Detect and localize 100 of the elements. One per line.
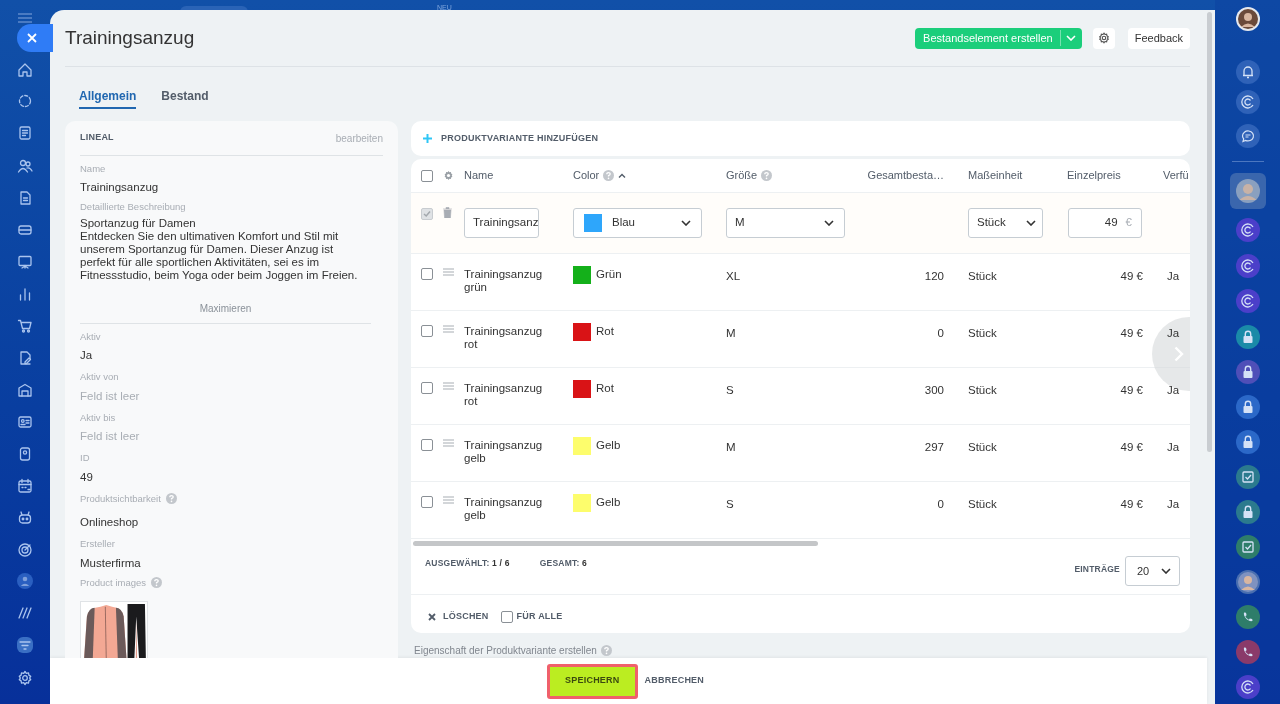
table-cell-text: Gelb <box>596 438 621 454</box>
checkbox[interactable] <box>421 382 433 394</box>
bell-icon[interactable] <box>1235 60 1260 84</box>
checkbox[interactable] <box>421 325 433 337</box>
avatar-icon[interactable] <box>1229 173 1266 209</box>
close-icon <box>27 33 37 43</box>
drag-handle-icon[interactable] <box>443 268 454 276</box>
spiral-icon[interactable] <box>1235 289 1260 313</box>
column-header[interactable]: Name <box>464 167 494 184</box>
table-cell-text: 49 € <box>1120 440 1143 455</box>
lock-icon[interactable] <box>1235 395 1260 419</box>
table-cell-text: Stück <box>968 269 997 284</box>
edit-document-icon[interactable] <box>17 350 33 366</box>
spiral-icon[interactable] <box>1235 90 1260 114</box>
ring-icon[interactable] <box>17 93 33 109</box>
drag-handle-icon[interactable] <box>443 496 454 504</box>
horizontal-scrollbar[interactable] <box>413 540 818 546</box>
field-value: Musterfirma <box>80 555 142 571</box>
drag-handle-icon[interactable] <box>443 382 454 390</box>
home-icon[interactable] <box>17 62 33 78</box>
stripes-icon[interactable] <box>17 605 33 621</box>
warehouse-icon[interactable] <box>17 382 33 398</box>
sort-up-icon[interactable] <box>618 173 627 178</box>
robot-icon[interactable] <box>17 510 33 526</box>
target-icon[interactable] <box>17 542 33 558</box>
table-cell-text: 49 € <box>1120 326 1143 341</box>
phone-icon[interactable] <box>1235 640 1260 664</box>
close-button[interactable] <box>17 24 53 52</box>
feedback-button[interactable]: Feedback <box>1127 27 1190 49</box>
chat-icon[interactable] <box>1235 124 1260 148</box>
table-cell-text: Stück <box>968 383 997 398</box>
field-label: Aktiv <box>80 329 101 344</box>
lock-icon[interactable] <box>1235 325 1260 349</box>
task-icon[interactable] <box>1235 535 1260 559</box>
cart-icon[interactable] <box>17 318 33 334</box>
cancel-button[interactable]: ABBRECHEN <box>644 674 705 688</box>
price-input[interactable]: 49 € <box>1068 208 1142 238</box>
spiral-icon[interactable] <box>1235 218 1260 242</box>
description-title: Sportanzug für Damen <box>80 216 197 230</box>
lock-icon[interactable] <box>1235 360 1260 384</box>
avatar-icon[interactable] <box>17 573 33 589</box>
table-cell-text: 0 <box>937 326 944 341</box>
tab[interactable]: Allgemein <box>79 87 137 109</box>
settings-icon[interactable] <box>17 670 33 686</box>
column-header[interactable]: Color <box>573 167 600 184</box>
checkbox[interactable] <box>421 496 433 508</box>
size-select[interactable]: M <box>726 208 845 238</box>
lock-icon[interactable] <box>1235 430 1260 454</box>
chevron-down-icon <box>1161 568 1171 574</box>
chevron-down-icon <box>1026 220 1036 226</box>
task-icon[interactable] <box>1235 465 1260 489</box>
color-select[interactable]: Blau <box>573 208 702 238</box>
column-header[interactable]: Verfü <box>1163 167 1189 184</box>
file-icon[interactable] <box>17 190 33 206</box>
column-header[interactable]: Maßeinheit <box>968 167 1023 184</box>
field-label: Product images <box>80 575 146 590</box>
table-cell-text: Stück <box>968 326 997 341</box>
phone-icon[interactable] <box>1235 605 1260 629</box>
contact-card-icon[interactable] <box>17 414 33 430</box>
avatar-icon[interactable] <box>1235 570 1260 594</box>
settings-icon[interactable] <box>443 170 454 181</box>
add-variant-button[interactable]: PRODUKTVARIANTE HINZUFÜGEN <box>423 131 599 146</box>
filter-icon[interactable] <box>17 637 33 653</box>
table-cell-text: XL <box>726 269 741 284</box>
card-icon[interactable] <box>17 222 33 238</box>
table-cell-text: Ja <box>1167 383 1180 398</box>
settings-icon <box>1097 32 1110 44</box>
column-header[interactable]: Einzelpreis <box>1067 167 1121 184</box>
tab[interactable]: Bestand <box>161 87 209 109</box>
delete-button[interactable]: LÖSCHEN <box>428 610 489 624</box>
table-cell-text: 300 <box>924 383 944 398</box>
device-icon[interactable] <box>17 446 33 462</box>
name-input[interactable]: Trainingsanz <box>464 208 539 238</box>
checkbox[interactable] <box>421 439 433 451</box>
document-icon[interactable] <box>17 125 33 141</box>
bar-chart-icon[interactable] <box>17 286 33 302</box>
column-header[interactable]: Gesamtbesta… <box>867 167 944 184</box>
unit-select[interactable]: Stück <box>968 208 1043 238</box>
spiral-icon[interactable] <box>1235 254 1260 278</box>
table-cell-text: Stück <box>968 440 997 455</box>
checkbox[interactable] <box>421 169 433 182</box>
drag-handle-icon[interactable] <box>443 439 454 447</box>
lock-icon[interactable] <box>1235 500 1260 524</box>
column-header[interactable]: Größe <box>726 167 758 184</box>
checkbox[interactable] <box>421 268 433 280</box>
calendar-icon[interactable] <box>17 478 33 494</box>
settings-button[interactable] <box>1092 27 1115 49</box>
checkbox[interactable] <box>500 611 513 623</box>
people-icon[interactable] <box>17 158 33 174</box>
avatar-icon[interactable] <box>1235 7 1260 31</box>
drag-handle-icon[interactable] <box>443 325 454 333</box>
scrollbar[interactable] <box>1207 12 1212 452</box>
spiral-icon[interactable] <box>1235 675 1260 699</box>
page-size-label: EINTRÄGE <box>1074 563 1120 576</box>
page-size-select[interactable]: 20 <box>1125 556 1180 586</box>
save-button[interactable]: SPEICHERN <box>547 663 638 699</box>
table-cell-text: Ja <box>1167 326 1180 341</box>
for-all-label[interactable]: FÜR ALLE <box>516 610 563 624</box>
presentation-icon[interactable] <box>17 254 33 270</box>
total-count: GESAMT: 6 <box>539 557 587 570</box>
